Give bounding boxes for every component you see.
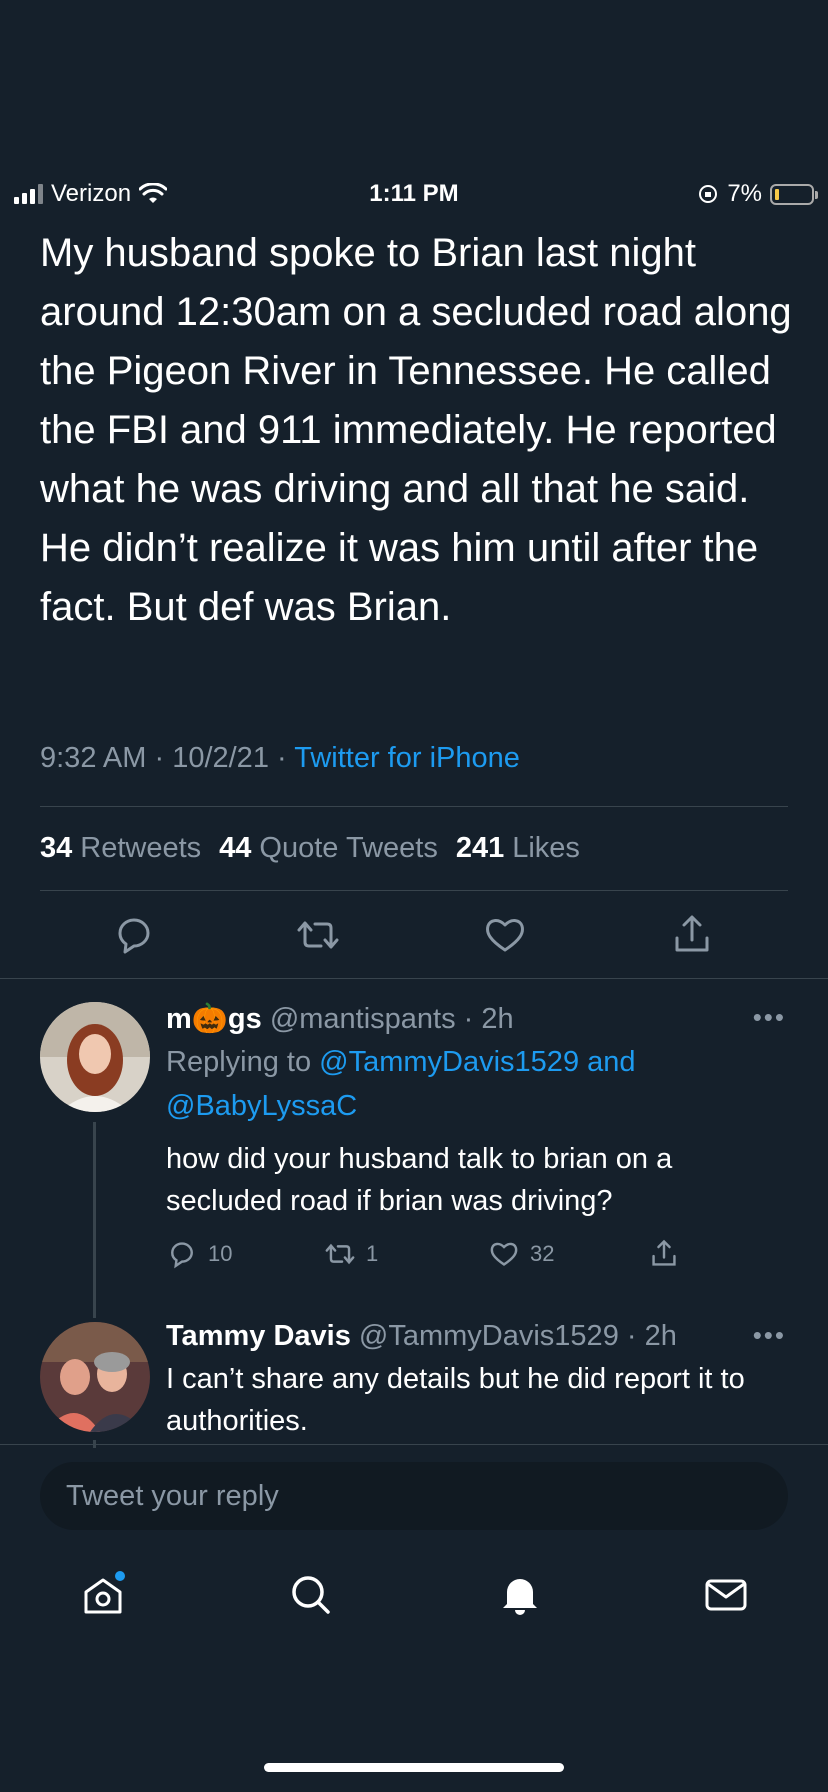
like-icon[interactable]	[482, 912, 528, 958]
tab-bar	[0, 1570, 828, 1620]
divider	[0, 1444, 828, 1445]
reply-composer[interactable]	[40, 1462, 788, 1530]
reply-icon	[171, 1242, 193, 1269]
divider	[40, 806, 788, 807]
share-icon[interactable]	[669, 912, 715, 958]
tweet-stats: 34 Retweets 44 Quote Tweets 241 Likes	[40, 832, 580, 865]
avatar[interactable]	[40, 1002, 150, 1112]
mention-link[interactable]: @TammyDavis1529	[319, 1046, 579, 1078]
reply-actions: 10 1 32	[166, 1238, 726, 1272]
divider	[0, 978, 828, 979]
more-icon[interactable]: •••	[753, 1002, 786, 1033]
home-indicator[interactable]	[264, 1763, 564, 1772]
share-button[interactable]	[648, 1238, 680, 1270]
reply-input[interactable]	[40, 1462, 788, 1530]
notifications-icon[interactable]	[495, 1570, 545, 1620]
status-right: 7%	[697, 180, 818, 208]
home-icon[interactable]	[78, 1570, 128, 1620]
reply-text: how did your husband talk to brian on a …	[166, 1143, 673, 1217]
reply-count-button[interactable]: 10	[166, 1238, 232, 1270]
likes-stat[interactable]: 241 Likes	[456, 832, 580, 865]
quote-tweets-stat[interactable]: 44 Quote Tweets	[219, 832, 438, 865]
like-count-button[interactable]: 32	[488, 1238, 554, 1270]
handle[interactable]: @mantispants	[270, 1003, 456, 1035]
reply-header: m🎃gs @mantispants · 2h	[166, 1003, 514, 1035]
battery-icon	[770, 183, 818, 205]
retweets-stat[interactable]: 34 Retweets	[40, 832, 201, 865]
pumpkin-emoji: 🎃	[191, 1003, 228, 1035]
tweet-actions	[0, 912, 828, 962]
tweet-text: My husband spoke to Brian last night aro…	[40, 231, 792, 629]
display-name[interactable]: m🎃gs	[166, 1003, 262, 1035]
tweet-time: 9:32 AM	[40, 742, 147, 774]
reply-icon[interactable]	[111, 912, 157, 958]
reply-time: 2h	[644, 1320, 677, 1352]
more-icon[interactable]: •••	[753, 1320, 786, 1351]
messages-icon[interactable]	[701, 1570, 751, 1620]
tweet-date: 10/2/21	[172, 742, 269, 774]
reply-text: I can’t share any details but he did rep…	[166, 1363, 745, 1437]
divider	[40, 890, 788, 891]
reply-time: 2h	[481, 1003, 514, 1035]
orientation-lock-icon	[699, 185, 718, 203]
retweet-icon[interactable]	[295, 912, 341, 958]
replying-to: Replying to @TammyDavis1529 and @BabyLys…	[166, 1046, 636, 1122]
status-bar: Verizon 1:11 PM 7%	[0, 176, 828, 216]
like-icon	[490, 1242, 518, 1266]
handle[interactable]: @TammyDavis1529	[359, 1320, 619, 1352]
search-icon[interactable]	[286, 1570, 336, 1620]
avatar[interactable]	[40, 1322, 150, 1432]
thread-line	[93, 1122, 96, 1318]
display-name[interactable]: Tammy Davis	[166, 1320, 351, 1352]
mention-link[interactable]: @BabyLyssaC	[166, 1090, 357, 1122]
retweet-icon	[325, 1243, 355, 1265]
retweet-count-button[interactable]: 1	[324, 1238, 378, 1270]
battery-percent: 7%	[727, 180, 762, 207]
tweet-source-link[interactable]: Twitter for iPhone	[294, 742, 520, 774]
tweet-meta: 9:32 AM · 10/2/21 · Twitter for iPhone	[40, 742, 520, 774]
reply-header: Tammy Davis @TammyDavis1529 · 2h	[166, 1320, 677, 1352]
share-icon	[652, 1239, 676, 1266]
